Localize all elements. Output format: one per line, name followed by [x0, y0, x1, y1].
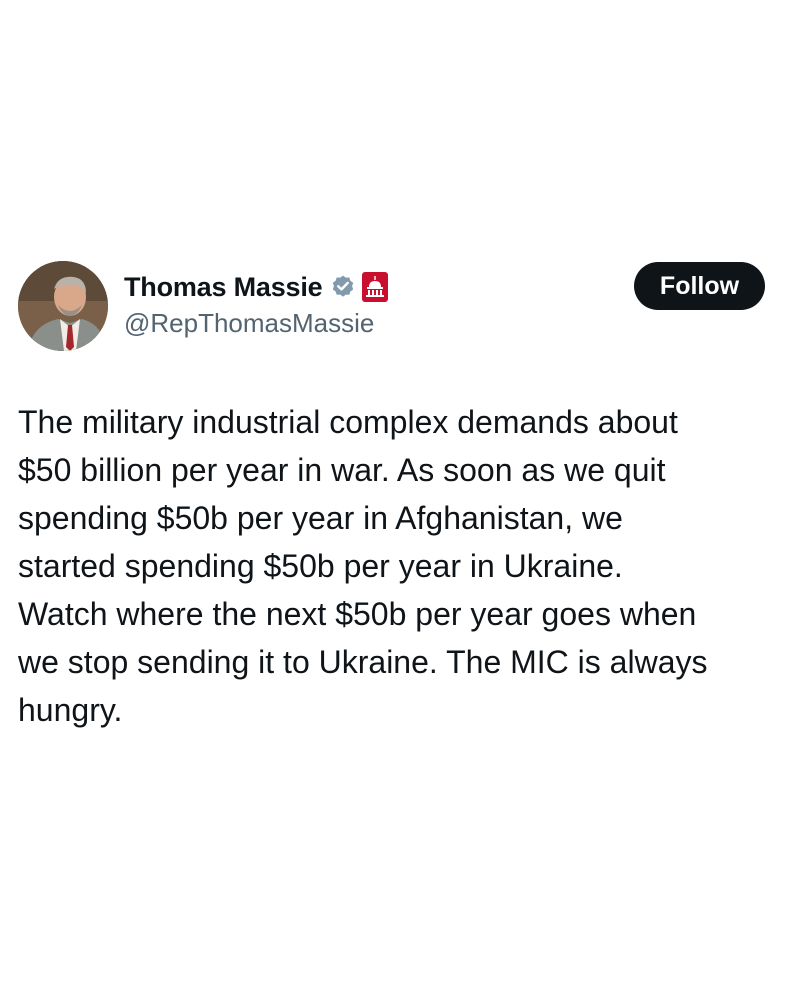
author-display-name[interactable]: Thomas Massie — [124, 272, 323, 303]
avatar-photo — [18, 261, 108, 351]
follow-button[interactable]: Follow — [634, 262, 765, 310]
tweet-text-line: we stop sending it to Ukraine. The MIC i… — [18, 644, 708, 680]
tweet-text: The military industrial complex demands … — [18, 398, 788, 734]
tweet-text-line: Watch where the next $50b per year goes … — [18, 596, 697, 632]
tweet-text-line: spending $50b per year in Afghanistan, w… — [18, 500, 623, 536]
tweet-text-line: hungry. — [18, 692, 123, 728]
us-capitol-affiliation-icon[interactable] — [362, 272, 389, 302]
tweet-text-line: The military industrial complex demands … — [18, 404, 678, 440]
author-handle[interactable]: @RepThomasMassie — [124, 308, 374, 339]
tweet-text-line: started spending $50b per year in Ukrain… — [18, 548, 623, 584]
author-name-row: Thomas Massie — [124, 268, 389, 306]
tweet-text-line: $50 billion per year in war. As soon as … — [18, 452, 666, 488]
tweet-card: Thomas Massie @RepThomasMassie Follow Th… — [0, 0, 800, 1000]
verified-check-icon — [330, 274, 356, 300]
avatar[interactable] — [18, 261, 108, 351]
